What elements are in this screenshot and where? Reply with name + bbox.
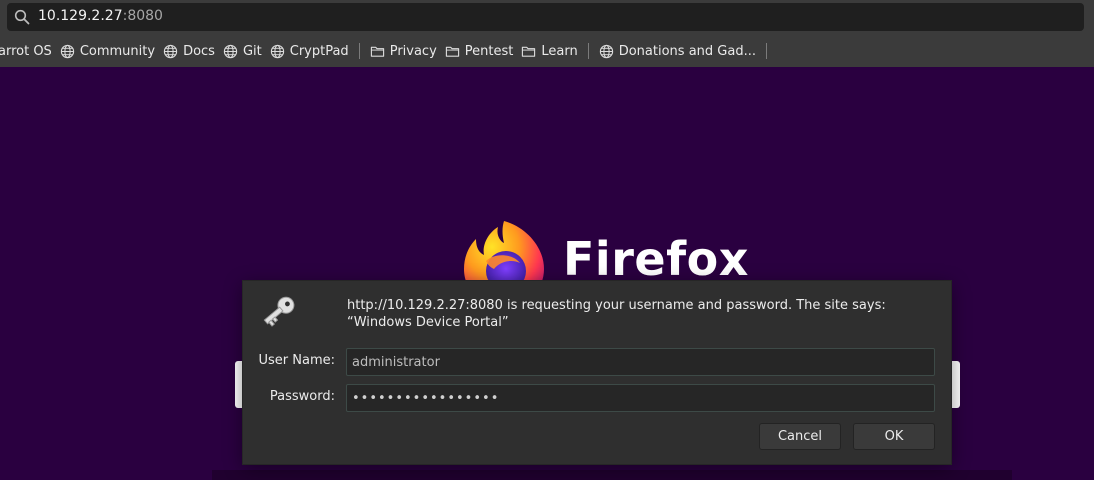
url-text[interactable]: 10.129.2.27:8080 xyxy=(38,8,163,24)
folder-icon xyxy=(522,46,536,57)
auth-dialog: http://10.129.2.27:8080 is requesting yo… xyxy=(243,281,951,464)
bookmarks-toolbar: arrot OS Community Docs Git CryptPad Pri… xyxy=(0,38,1094,64)
url-host: 10.129.2.27 xyxy=(38,8,123,24)
bookmark-donations[interactable]: Donations and Gad... xyxy=(595,40,760,62)
bookmark-parrot-os[interactable]: arrot OS xyxy=(0,40,56,62)
bookmark-label: CryptPad xyxy=(289,43,349,59)
dialog-message: http://10.129.2.27:8080 is requesting yo… xyxy=(347,297,937,331)
cancel-button[interactable]: Cancel xyxy=(759,423,841,450)
url-bar[interactable]: 10.129.2.27:8080 xyxy=(7,3,1084,31)
bookmark-separator xyxy=(765,43,767,59)
password-input[interactable] xyxy=(346,384,935,412)
password-label: Password: xyxy=(269,389,335,404)
folder-icon xyxy=(370,46,384,57)
globe-icon xyxy=(270,44,284,58)
background-strip xyxy=(212,470,1012,480)
bookmark-cryptpad[interactable]: CryptPad xyxy=(266,40,353,62)
url-port: :8080 xyxy=(122,8,163,24)
bookmark-folder-learn[interactable]: Learn xyxy=(517,40,581,62)
bookmark-label: Pentest xyxy=(464,43,514,59)
ok-button[interactable]: OK xyxy=(853,423,935,450)
username-label: User Name: xyxy=(258,353,336,368)
bookmark-community[interactable]: Community xyxy=(56,40,159,62)
bookmark-label: Donations and Gad... xyxy=(618,43,756,59)
username-input[interactable] xyxy=(346,348,935,376)
folder-icon xyxy=(445,46,459,57)
background-search-box-edge xyxy=(950,361,960,408)
bookmark-label: Learn xyxy=(541,43,578,59)
globe-icon xyxy=(60,44,74,58)
globe-icon xyxy=(599,44,613,58)
bookmark-label: Community xyxy=(79,43,156,59)
dialog-message-line2: “Windows Device Portal” xyxy=(347,315,509,330)
bookmark-git[interactable]: Git xyxy=(219,40,266,62)
key-icon xyxy=(263,296,295,327)
browser-chrome: 10.129.2.27:8080 arrot OS Community Docs… xyxy=(0,0,1094,67)
dialog-message-line1: http://10.129.2.27:8080 is requesting yo… xyxy=(347,298,886,313)
bookmark-label: arrot OS xyxy=(0,43,52,59)
search-icon xyxy=(14,9,30,25)
globe-icon xyxy=(223,44,238,58)
bookmark-label: Privacy xyxy=(389,43,437,59)
bookmark-label: Docs xyxy=(183,43,215,59)
bookmark-separator xyxy=(358,43,360,59)
bookmark-folder-pentest[interactable]: Pentest xyxy=(441,40,518,62)
bookmark-separator xyxy=(587,43,589,59)
bookmark-label: Git xyxy=(242,43,262,59)
bookmark-docs[interactable]: Docs xyxy=(159,40,219,62)
globe-icon xyxy=(163,44,178,58)
bookmark-folder-privacy[interactable]: Privacy xyxy=(366,40,441,62)
firefox-wordmark: Firefox xyxy=(563,232,749,286)
